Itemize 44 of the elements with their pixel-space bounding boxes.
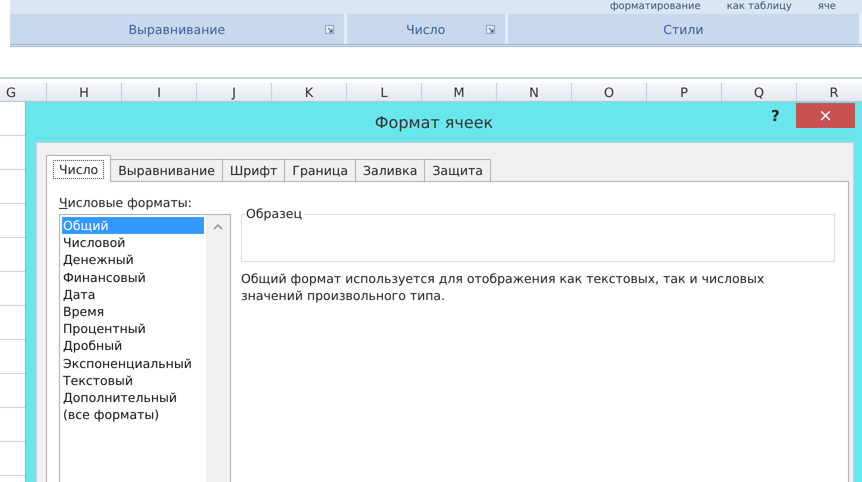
column-header[interactable]: J	[197, 83, 272, 101]
list-item[interactable]: Текстовый	[62, 372, 204, 390]
scrollbar[interactable]	[206, 215, 230, 482]
list-item[interactable]: Процентный	[62, 320, 204, 338]
help-button[interactable]: ?	[771, 107, 780, 125]
column-header[interactable]: P	[647, 83, 722, 101]
close-button[interactable]: ×	[796, 103, 855, 128]
list-item[interactable]: Дата	[62, 286, 204, 304]
list-item[interactable]: (все форматы)	[62, 406, 204, 424]
list-item[interactable]: Денежный	[62, 251, 204, 269]
column-header[interactable]: G	[0, 83, 47, 101]
list-item[interactable]: Дополнительный	[62, 389, 204, 406]
format-list[interactable]: Общий Числовой Денежный Финансовый Дата Время Процентный Дробный Экспоненциальный Текстовый Дополнительный (все форматы)	[59, 214, 231, 482]
ribbon-group-label: Число	[406, 22, 446, 36]
column-header[interactable]: Q	[722, 83, 797, 101]
column-header[interactable]: L	[347, 83, 422, 101]
tab[interactable]: Граница	[284, 159, 356, 181]
dialog-launcher-icon[interactable]	[324, 25, 334, 34]
list-item[interactable]: Дробный	[62, 337, 204, 355]
ribbon-group-label: Стили	[663, 22, 704, 36]
column-header[interactable]: O	[572, 83, 647, 101]
column-header[interactable]: H	[47, 83, 122, 101]
tab[interactable]: Выравнивание	[110, 159, 223, 181]
ribbon-group-label: Выравнивание	[128, 22, 226, 36]
list-item[interactable]: Финансовый	[62, 268, 204, 286]
column-header[interactable]: I	[122, 83, 197, 101]
column-header[interactable]: M	[422, 83, 497, 101]
dialog-title: Формат ячеек	[374, 112, 494, 132]
ribbon-command-label[interactable]: яче	[818, 0, 836, 14]
column-header[interactable]: R	[797, 83, 862, 101]
sample-label: Образец	[246, 206, 304, 221]
list-item[interactable]: Экспоненциальный	[62, 354, 204, 372]
tab[interactable]: Число	[46, 155, 112, 182]
ribbon-command-label[interactable]: как таблицу	[726, 0, 792, 14]
tab[interactable]: Шрифт	[222, 159, 286, 181]
dialog-launcher-icon[interactable]	[486, 25, 495, 34]
list-item[interactable]: Время	[62, 303, 204, 320]
tab[interactable]: Защита	[424, 159, 491, 181]
ribbon-command-label[interactable]: форматирование	[610, 0, 701, 14]
column-header[interactable]: N	[497, 83, 572, 101]
column-header[interactable]: K	[272, 83, 347, 101]
description-text: Общий формат используется для отображения как текстовых, так и числовых значений произвольного типа.	[241, 270, 766, 304]
formats-label: Числовые форматы:	[59, 195, 193, 210]
list-item[interactable]: Числовой	[62, 234, 204, 252]
